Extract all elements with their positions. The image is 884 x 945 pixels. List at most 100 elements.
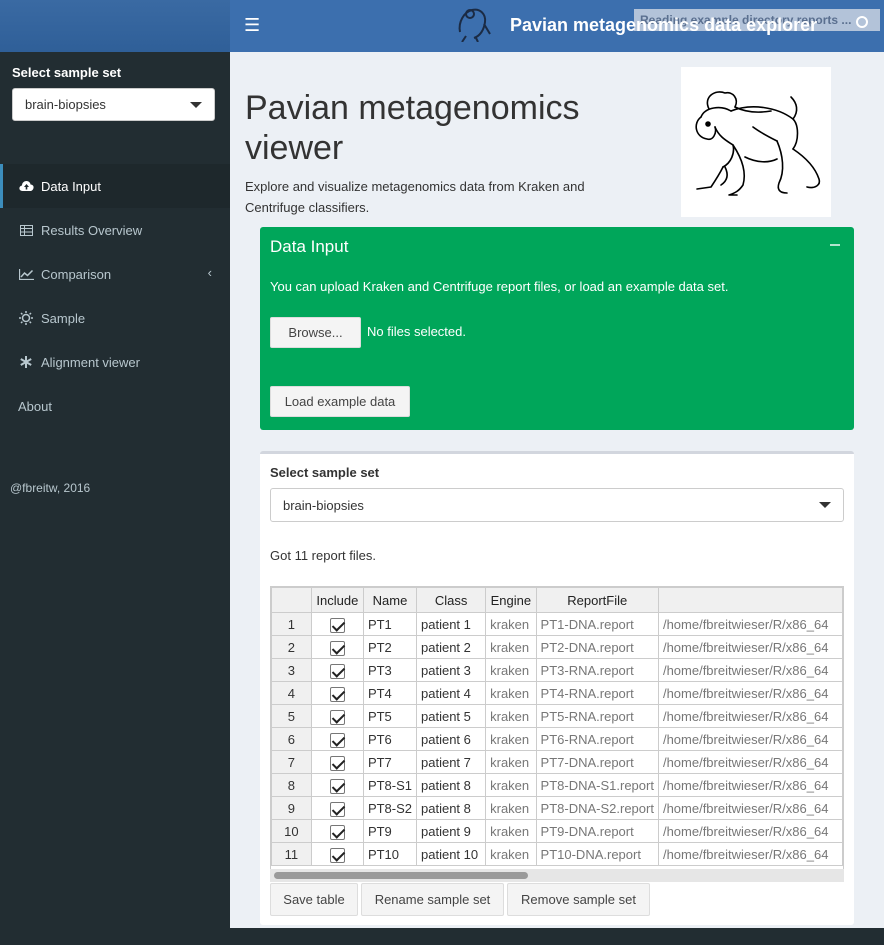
app-title: Pavian metagenomics data explorer — [510, 15, 818, 35]
column-header[interactable] — [657, 587, 843, 613]
row-number: 3 — [271, 658, 312, 682]
table-row[interactable]: 3 PT3 patient 3 kraken PT3-RNA.report/home/f… — [271, 658, 843, 682]
table-row[interactable]: 11 PT10 patient 10 kraken PT10-DNA.report/ho… — [271, 842, 843, 866]
baboon-illustration — [681, 67, 831, 217]
rename-sample-set-button[interactable]: Rename sample set — [361, 883, 504, 916]
row-number: 10 — [271, 819, 312, 843]
samples-table[interactable]: Include Name Class Engine ReportFile 1 PT1 pat… — [270, 586, 844, 871]
sample-set-label: Select sample set — [270, 465, 380, 480]
include-cell — [310, 704, 364, 728]
github-icon[interactable] — [856, 16, 868, 28]
collapse-icon[interactable] — [830, 244, 840, 246]
include-checkbox[interactable] — [329, 640, 345, 656]
table-cell: PT6 — [362, 727, 418, 751]
include-cell — [310, 819, 364, 843]
sample-set-value: brain-biopsies — [283, 498, 364, 513]
table-cell: kraken — [485, 796, 537, 820]
remove-sample-set-button[interactable]: Remove sample set — [507, 883, 650, 916]
sidebar-item-about[interactable]: About — [0, 384, 230, 428]
table-cell: PT8-S2 — [362, 796, 418, 820]
data-input-box: Data Input You can upload Kraken and Cen… — [260, 227, 854, 430]
row-number: 11 — [271, 842, 312, 866]
table-row[interactable]: 7 PT7 patient 7 kraken PT7-DNA.report/home/f… — [271, 750, 843, 774]
include-checkbox[interactable] — [329, 732, 345, 748]
include-cell — [310, 750, 364, 774]
line-chart-icon — [18, 267, 34, 281]
sidebar-item-results-overview[interactable]: Results Overview — [0, 208, 230, 252]
table-cell: PT3 — [362, 658, 418, 682]
sidebar-item-data-input[interactable]: Data Input — [0, 164, 230, 208]
column-header[interactable]: Include — [310, 587, 364, 613]
include-cell — [310, 612, 364, 636]
include-checkbox[interactable] — [329, 663, 345, 679]
table-row[interactable]: 6 PT6 patient 6 kraken PT6-RNA.report/home/f… — [271, 727, 843, 751]
sidebar-item-alignment-viewer[interactable]: Alignment viewer — [0, 340, 230, 384]
page-description: Explore and visualize metagenomics data … — [245, 179, 585, 215]
column-header[interactable]: Name — [362, 587, 418, 613]
page-title: Pavian metagenomics viewer — [245, 89, 580, 167]
include-cell — [310, 773, 364, 797]
monkey-logo-icon — [458, 8, 491, 42]
cloud-upload-icon — [18, 179, 34, 193]
table-cell: /home/fbreitwieser/R/x86_64 — [657, 750, 843, 774]
row-number: 1 — [271, 612, 312, 636]
include-checkbox[interactable] — [329, 824, 345, 840]
sidebar-select-label: Select sample set — [12, 65, 122, 80]
table-cell: PT5 — [362, 704, 418, 728]
table-cell: kraken — [485, 612, 537, 636]
column-header[interactable]: Class — [416, 587, 487, 613]
column-header[interactable] — [271, 587, 312, 613]
file-status: No files selected. — [367, 324, 466, 339]
sidebar-item-label: Sample — [41, 310, 86, 326]
table-row[interactable]: 9 PT8-S2 patient 8 kraken PT8-DNA-S2.report /… — [271, 796, 843, 820]
include-checkbox[interactable] — [329, 847, 345, 863]
sidebar-footer: @fbreitw, 2016 — [10, 481, 91, 495]
table-row[interactable]: 1 PT1 patient 1 kraken PT1-DNA.report/home/f… — [271, 612, 843, 636]
table-cell: patient 4 — [416, 681, 487, 705]
sidebar-sample-set-select[interactable]: brain-biopsies — [12, 88, 215, 121]
table-cell: PT2-DNA.report — [535, 635, 659, 659]
table-cell: PT8-DNA-S2.report — [535, 796, 659, 820]
scrollbar-thumb[interactable] — [274, 872, 528, 879]
table-cell: PT4-RNA.report — [535, 681, 659, 705]
include-checkbox[interactable] — [329, 778, 345, 794]
asterisk-icon — [18, 355, 34, 369]
table-header-row: Include Name Class Engine ReportFile — [271, 587, 843, 613]
table-row[interactable]: 4 PT4 patient 4 kraken PT4-RNA.report/home/f… — [271, 681, 843, 705]
table-row[interactable]: 8 PT8-S1 patient 8 kraken PT8-DNA-S1.report /… — [271, 773, 843, 797]
sample-set-select[interactable]: brain-biopsies — [270, 488, 844, 522]
save-table-button[interactable]: Save table — [270, 883, 358, 916]
table-row[interactable]: 5 PT5 patient 5 kraken PT5-RNA.report/home/f… — [271, 704, 843, 728]
include-checkbox[interactable] — [329, 709, 345, 725]
include-checkbox[interactable] — [329, 755, 345, 771]
table-cell: kraken — [485, 658, 537, 682]
table-cell: PT2 — [362, 635, 418, 659]
include-cell — [310, 681, 364, 705]
table-cell: PT8-S1 — [362, 773, 418, 797]
hamburger-icon[interactable]: ☰ — [244, 14, 260, 36]
table-cell: PT10 — [362, 842, 418, 866]
include-checkbox[interactable] — [329, 686, 345, 702]
table-cell: /home/fbreitwieser/R/x86_64 — [657, 612, 843, 636]
column-header[interactable]: ReportFile — [535, 587, 659, 613]
table-cell: kraken — [485, 704, 537, 728]
table-cell: kraken — [485, 635, 537, 659]
table-row[interactable]: 10 PT9 patient 9 kraken PT9-DNA.report/home/… — [271, 819, 843, 843]
table-row[interactable]: 2 PT2 patient 2 kraken PT2-DNA.report/home/f… — [271, 635, 843, 659]
browse-button[interactable]: Browse... — [270, 317, 361, 348]
sidebar-item-sample[interactable]: Sample — [0, 296, 230, 340]
caret-down-icon — [190, 102, 202, 108]
horizontal-scrollbar[interactable] — [270, 869, 844, 882]
load-example-button[interactable]: Load example data — [270, 386, 410, 417]
table-cell: kraken — [485, 842, 537, 866]
include-checkbox[interactable] — [329, 801, 345, 817]
include-checkbox[interactable] — [329, 617, 345, 633]
sidebar-item-comparison[interactable]: Comparison ‹ — [0, 252, 230, 296]
sidebar-item-label: Comparison — [41, 266, 112, 282]
include-cell — [310, 842, 364, 866]
table-cell: patient 8 — [416, 796, 487, 820]
include-cell — [310, 635, 364, 659]
column-header[interactable]: Engine — [485, 587, 537, 613]
table-cell: patient 9 — [416, 819, 487, 843]
table-cell: /home/fbreitwieser/R/x86_64 — [657, 773, 843, 797]
